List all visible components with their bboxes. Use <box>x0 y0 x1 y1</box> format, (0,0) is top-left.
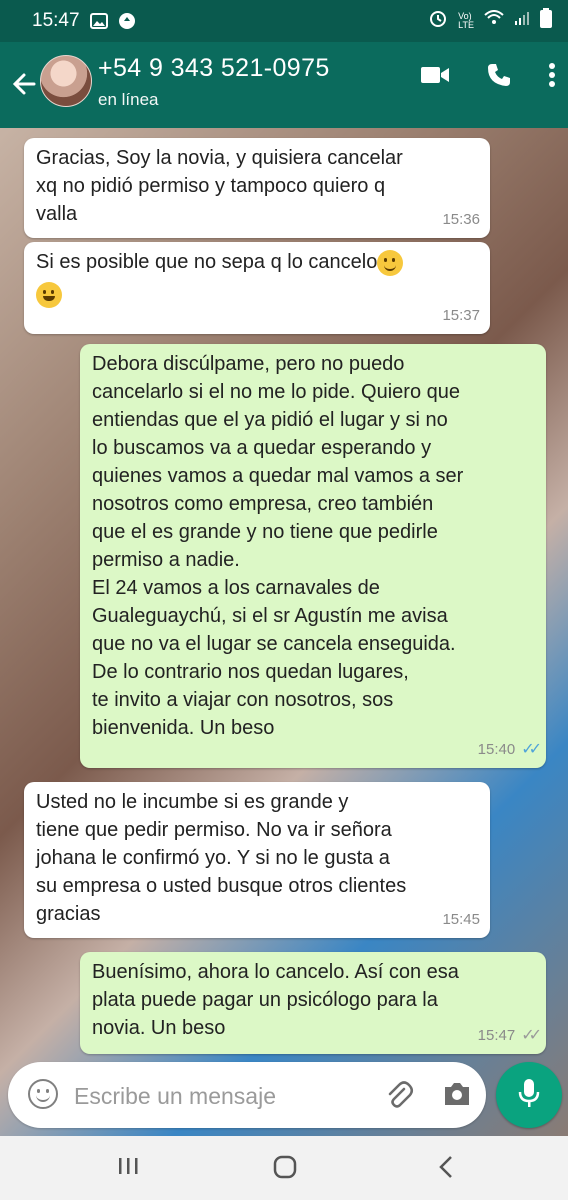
attach-icon[interactable] <box>384 1080 414 1115</box>
message-input[interactable] <box>72 1074 376 1118</box>
gallery-icon <box>89 13 108 29</box>
status-bar: 15:47 Vo) LTE <box>0 0 568 42</box>
message-incoming: Gracias, Soy la novia, y quisiera cancel… <box>24 138 490 238</box>
message-text: Usted no le incumbe si es grande y tiene… <box>36 791 407 925</box>
message-incoming: Si es posible que no sepa q lo cancelo 1… <box>24 242 490 334</box>
message-text: Gracias, Soy la novia, y quisiera cancel… <box>36 147 403 225</box>
back-arrow-icon[interactable] <box>10 64 42 104</box>
system-nav-bar <box>0 1136 568 1200</box>
mic-button[interactable] <box>496 1062 562 1128</box>
camera-icon[interactable] <box>442 1080 472 1113</box>
message-text: Si es posible que no sepa q lo cancelo <box>36 251 378 273</box>
message-time: 15:37 <box>442 307 480 324</box>
home-icon[interactable] <box>272 1154 298 1185</box>
signal-icon <box>514 10 530 32</box>
face-with-tears-of-joy-icon <box>36 281 62 308</box>
video-call-icon[interactable] <box>420 64 450 91</box>
phone-icon[interactable] <box>486 62 512 93</box>
message-time: 15:45 <box>442 911 480 928</box>
message-outgoing: Buenísimo, ahora lo cancelo. Así con esa… <box>80 952 546 1054</box>
message-outgoing: Debora discúlpame, pero no puedo cancela… <box>80 344 546 768</box>
emoji-icon[interactable] <box>28 1079 58 1109</box>
sync-icon <box>118 12 136 30</box>
recent-apps-icon[interactable] <box>116 1154 140 1183</box>
alarm-icon <box>428 8 448 34</box>
delivered-receipt-icon: ✓✓ <box>521 1027 542 1044</box>
message-incoming: Usted no le incumbe si es grande y tiene… <box>24 782 490 938</box>
composer <box>8 1062 486 1128</box>
status-time: 15:47 <box>32 10 80 31</box>
chat-header: +54 9 343 521-0975 en línea <box>0 42 568 128</box>
read-receipt-icon: ✓✓ <box>521 741 542 758</box>
status-right: Vo) LTE <box>428 8 552 34</box>
presence-status: en línea <box>98 90 159 109</box>
message-time: 15:47 <box>477 1027 516 1044</box>
header-actions <box>420 62 556 93</box>
more-vert-icon[interactable] <box>548 62 556 93</box>
mic-icon <box>517 1077 541 1114</box>
message-time: 15:36 <box>442 211 480 228</box>
volte-label: Vo) LTE <box>458 11 474 30</box>
chat-area[interactable]: Gracias, Soy la novia, y quisiera cancel… <box>0 128 568 1136</box>
message-text: Debora discúlpame, pero no puedo cancela… <box>92 353 464 739</box>
slightly-smiling-face-icon <box>377 249 404 276</box>
message-time: 15:40 <box>477 741 516 758</box>
battery-icon <box>540 8 552 34</box>
contact-name[interactable]: +54 9 343 521-0975 <box>98 54 330 83</box>
avatar[interactable] <box>40 55 92 107</box>
back-icon[interactable] <box>436 1154 456 1185</box>
message-text: Buenísimo, ahora lo cancelo. Así con esa… <box>92 961 459 1039</box>
wifi-icon <box>484 10 504 32</box>
